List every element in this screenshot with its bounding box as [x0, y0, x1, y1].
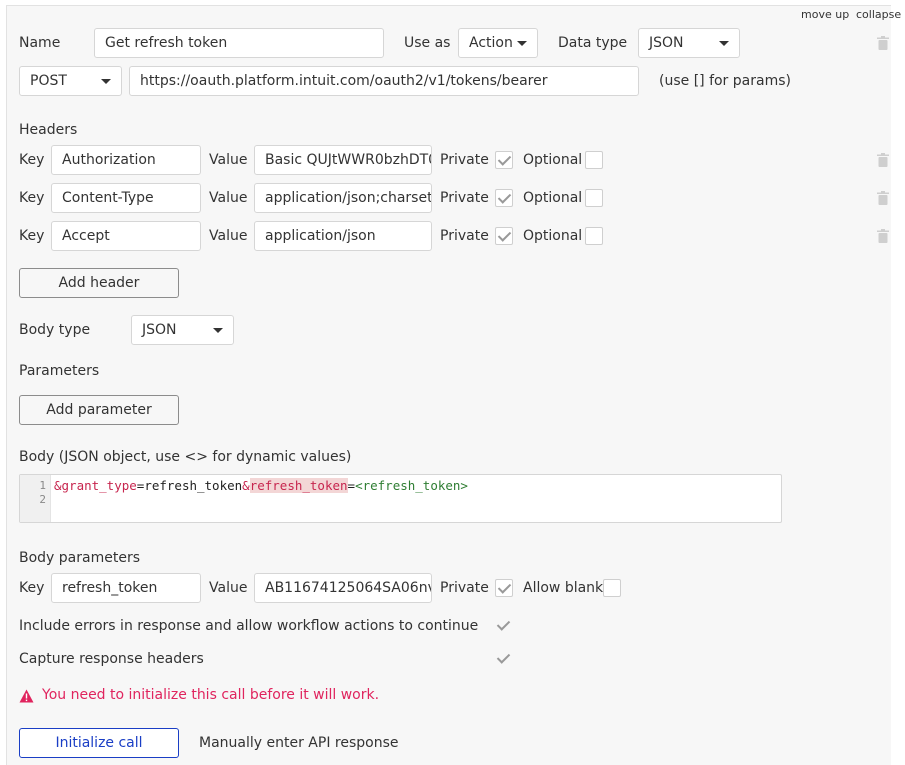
method-value: POST: [30, 73, 67, 89]
name-input[interactable]: Get refresh token: [94, 28, 384, 58]
body-param-key-label: Key: [19, 580, 45, 596]
header-value-input[interactable]: application/json;charset=: [254, 183, 432, 213]
include-errors-label: Include errors in response and allow wor…: [19, 618, 479, 634]
body-code-text: &grant_type=refresh_token&refresh_token=…: [54, 478, 468, 493]
body-parameters-label: Body parameters: [19, 550, 140, 566]
header-key-input[interactable]: Content-Type: [51, 183, 201, 213]
data-type-value: JSON: [649, 35, 684, 51]
url-input[interactable]: https://oauth.platform.intuit.com/oauth2…: [129, 66, 639, 96]
private-label: Private: [440, 190, 489, 206]
header-value-input[interactable]: Basic QUJtWWR0bzhDT0z: [254, 145, 432, 175]
header-key-label: Key: [19, 228, 45, 244]
header-value-label: Value: [209, 152, 248, 168]
optional-checkbox[interactable]: [585, 151, 603, 169]
body-type-label: Body type: [19, 322, 91, 338]
warning-triangle-icon: [19, 689, 34, 703]
private-label: Private: [440, 580, 489, 596]
collapse-link[interactable]: collapse: [856, 8, 901, 21]
initialize-warning: You need to initialize this call before …: [42, 687, 380, 703]
private-label: Private: [440, 152, 489, 168]
add-parameter-button[interactable]: Add parameter: [19, 395, 179, 425]
private-checkbox[interactable]: [495, 151, 513, 169]
use-as-label: Use as: [404, 35, 451, 51]
data-type-dropdown[interactable]: JSON: [638, 28, 740, 58]
line-number: 1: [39, 479, 46, 492]
code-token: &: [242, 478, 250, 493]
optional-checkbox[interactable]: [585, 189, 603, 207]
chevron-down-icon: [719, 41, 729, 46]
code-token: =refresh_token: [136, 478, 243, 493]
chevron-down-icon: [517, 41, 527, 46]
trash-icon[interactable]: [877, 153, 889, 167]
private-checkbox[interactable]: [495, 189, 513, 207]
optional-checkbox[interactable]: [585, 227, 603, 245]
move-up-link[interactable]: move up: [801, 8, 849, 21]
header-key-label: Key: [19, 152, 45, 168]
header-value-label: Value: [209, 228, 248, 244]
method-dropdown[interactable]: POST: [19, 66, 122, 96]
line-number-gutter: 1 2: [20, 475, 51, 522]
body-label: Body (JSON object, use <> for dynamic va…: [19, 449, 352, 465]
url-hint: (use [] for params): [659, 73, 791, 89]
allow-blank-checkbox[interactable]: [603, 579, 621, 597]
data-type-label: Data type: [558, 35, 628, 51]
chevron-down-icon: [101, 79, 111, 84]
add-header-button[interactable]: Add header: [19, 268, 179, 298]
optional-label: Optional: [523, 190, 583, 206]
capture-headers-label: Capture response headers: [19, 651, 204, 667]
allow-blank-label: Allow blank: [523, 580, 604, 596]
header-key-input[interactable]: Authorization: [51, 145, 201, 175]
body-code-editor[interactable]: 1 2 &grant_type=refresh_token&refresh_to…: [19, 474, 782, 523]
trash-icon[interactable]: [877, 191, 889, 205]
trash-icon[interactable]: [877, 36, 889, 50]
include-errors-checkbox[interactable]: [495, 617, 513, 635]
optional-label: Optional: [523, 228, 583, 244]
header-value-label: Value: [209, 190, 248, 206]
line-number: 2: [39, 493, 46, 506]
body-type-dropdown[interactable]: JSON: [131, 315, 234, 345]
capture-headers-checkbox[interactable]: [495, 650, 513, 668]
code-token: &grant_type: [54, 478, 137, 493]
header-key-input[interactable]: Accept: [51, 221, 201, 251]
header-key-label: Key: [19, 190, 45, 206]
code-token: =: [347, 478, 356, 493]
body-param-value-input[interactable]: AB11674125064SA06nvZ': [254, 573, 432, 603]
trash-icon[interactable]: [877, 229, 889, 243]
manual-response-link[interactable]: Manually enter API response: [199, 733, 398, 753]
header-value-input[interactable]: application/json: [254, 221, 432, 251]
chevron-down-icon: [213, 328, 223, 333]
private-label: Private: [440, 228, 489, 244]
body-param-value-label: Value: [209, 580, 248, 596]
use-as-value: Action: [469, 35, 513, 51]
use-as-dropdown[interactable]: Action: [458, 28, 538, 58]
body-type-value: JSON: [142, 322, 177, 338]
initialize-call-button[interactable]: Initialize call: [19, 728, 179, 758]
code-token-dynamic: <refresh_token>: [355, 478, 468, 493]
private-checkbox[interactable]: [495, 579, 513, 597]
body-param-key-input[interactable]: refresh_token: [51, 573, 201, 603]
name-label: Name: [19, 35, 61, 51]
code-token-highlighted: refresh_token: [249, 478, 348, 493]
parameters-label: Parameters: [19, 363, 100, 379]
optional-label: Optional: [523, 152, 583, 168]
private-checkbox[interactable]: [495, 227, 513, 245]
headers-label: Headers: [19, 122, 78, 138]
